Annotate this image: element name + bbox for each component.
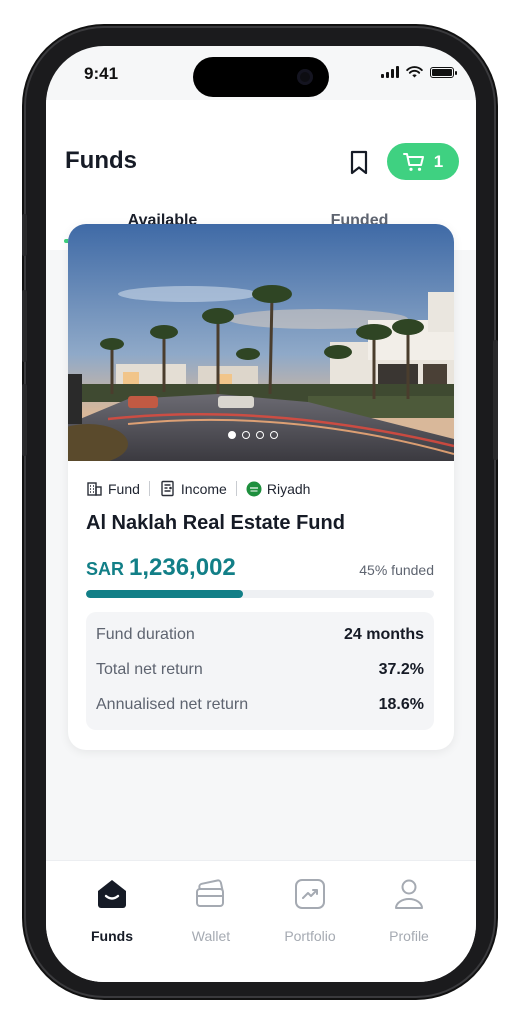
funding-progress-fill xyxy=(86,590,243,598)
pagination-dot[interactable] xyxy=(270,431,278,439)
fund-amount: 1,236,002 xyxy=(129,554,236,581)
fund-tags: Fund Income Riyadh xyxy=(86,480,310,497)
stat-row-total-return: Total net return 37.2% xyxy=(96,661,424,685)
tag-income: Income xyxy=(159,480,227,497)
funded-percentage: 45% funded xyxy=(359,562,434,578)
wallet-icon xyxy=(196,879,224,907)
stat-value: 18.6% xyxy=(378,696,424,713)
nav-label: Funds xyxy=(91,928,133,944)
bookmark-icon[interactable] xyxy=(347,150,371,176)
stat-row-duration: Fund duration 24 months xyxy=(96,626,424,650)
silent-switch xyxy=(22,214,27,256)
building-icon xyxy=(87,482,102,496)
power-button xyxy=(493,340,498,460)
nav-funds[interactable]: Funds xyxy=(62,877,162,944)
wifi-icon xyxy=(406,66,423,78)
tag-label: Riyadh xyxy=(266,480,311,497)
volume-up-button xyxy=(22,290,27,362)
cart-count: 1 xyxy=(433,151,444,171)
stat-label: Annualised net return xyxy=(96,696,249,713)
nav-label: Wallet xyxy=(191,928,231,944)
fund-name: Al Naklah Real Estate Fund xyxy=(86,512,345,534)
income-icon xyxy=(161,480,174,497)
portfolio-icon xyxy=(295,879,325,909)
camera-icon xyxy=(297,69,313,85)
nav-label: Profile xyxy=(389,928,429,944)
nav-wallet[interactable]: Wallet xyxy=(161,877,261,944)
stat-label: Total net return xyxy=(96,661,203,678)
status-time: 9:41 xyxy=(84,64,119,83)
stat-value: 37.2% xyxy=(378,661,424,678)
battery-icon xyxy=(430,66,457,78)
pagination-dot[interactable] xyxy=(242,431,250,439)
funding-progress-bar xyxy=(86,590,434,598)
tag-label: Fund xyxy=(108,480,140,497)
pagination-dot[interactable] xyxy=(228,431,236,439)
tag-location: Riyadh xyxy=(246,480,311,497)
stat-value: 24 months xyxy=(343,626,424,643)
currency-label: SAR xyxy=(86,559,125,579)
fund-image[interactable] xyxy=(68,224,454,461)
status-bar: 9:41 xyxy=(46,46,476,100)
nav-profile[interactable]: Profile xyxy=(359,877,459,944)
app-screen: 9:41 Funds 1 Available Funded Fund Incom… xyxy=(46,46,476,982)
cart-button[interactable]: 1 xyxy=(387,143,459,180)
funds-icon xyxy=(98,880,126,908)
volume-down-button xyxy=(22,384,27,456)
tag-divider xyxy=(235,481,237,496)
nav-label: Portfolio xyxy=(284,928,336,944)
tag-label: Income xyxy=(180,480,227,497)
page-title: Funds xyxy=(65,147,137,174)
bottom-navigation: Funds Wallet Portfolio Profile xyxy=(46,860,476,982)
stat-row-annualised-return: Annualised net return 18.6% xyxy=(96,696,424,720)
stat-label: Fund duration xyxy=(96,626,195,643)
fund-stats: Fund duration 24 months Total net return… xyxy=(86,612,434,730)
pagination-dot[interactable] xyxy=(256,431,264,439)
status-icons xyxy=(381,66,457,78)
dynamic-island xyxy=(193,57,329,97)
saudi-flag-icon xyxy=(246,481,262,496)
tag-fund: Fund xyxy=(86,480,140,497)
fund-amount-row: SAR 1,236,002 45% funded xyxy=(86,554,434,584)
nav-portfolio[interactable]: Portfolio xyxy=(260,877,360,944)
image-pagination xyxy=(228,431,278,439)
cellular-signal-icon xyxy=(381,66,399,78)
tag-divider xyxy=(148,481,150,496)
profile-icon xyxy=(395,879,423,909)
cart-icon xyxy=(402,152,424,171)
fund-card[interactable]: Fund Income Riyadh Al Naklah Real Estate… xyxy=(68,224,454,750)
